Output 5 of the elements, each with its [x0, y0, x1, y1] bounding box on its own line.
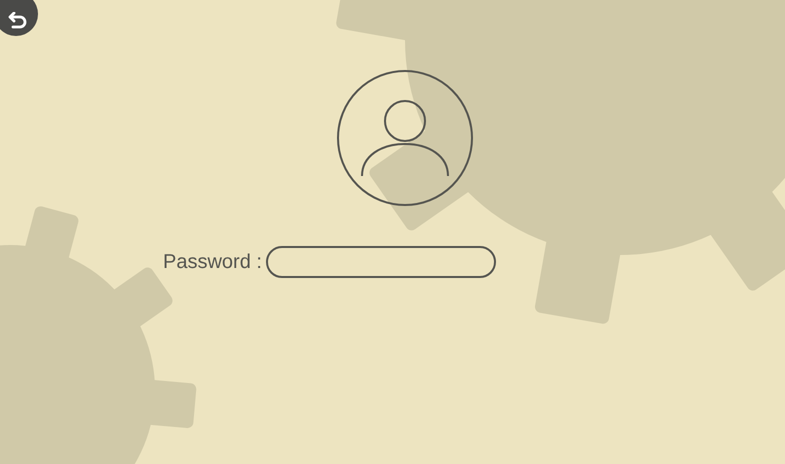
undo-arrow-icon: [8, 12, 28, 30]
user-icon: [360, 99, 450, 177]
back-button[interactable]: [0, 0, 38, 36]
password-field[interactable]: [266, 246, 496, 278]
password-label: Password :: [163, 250, 262, 275]
